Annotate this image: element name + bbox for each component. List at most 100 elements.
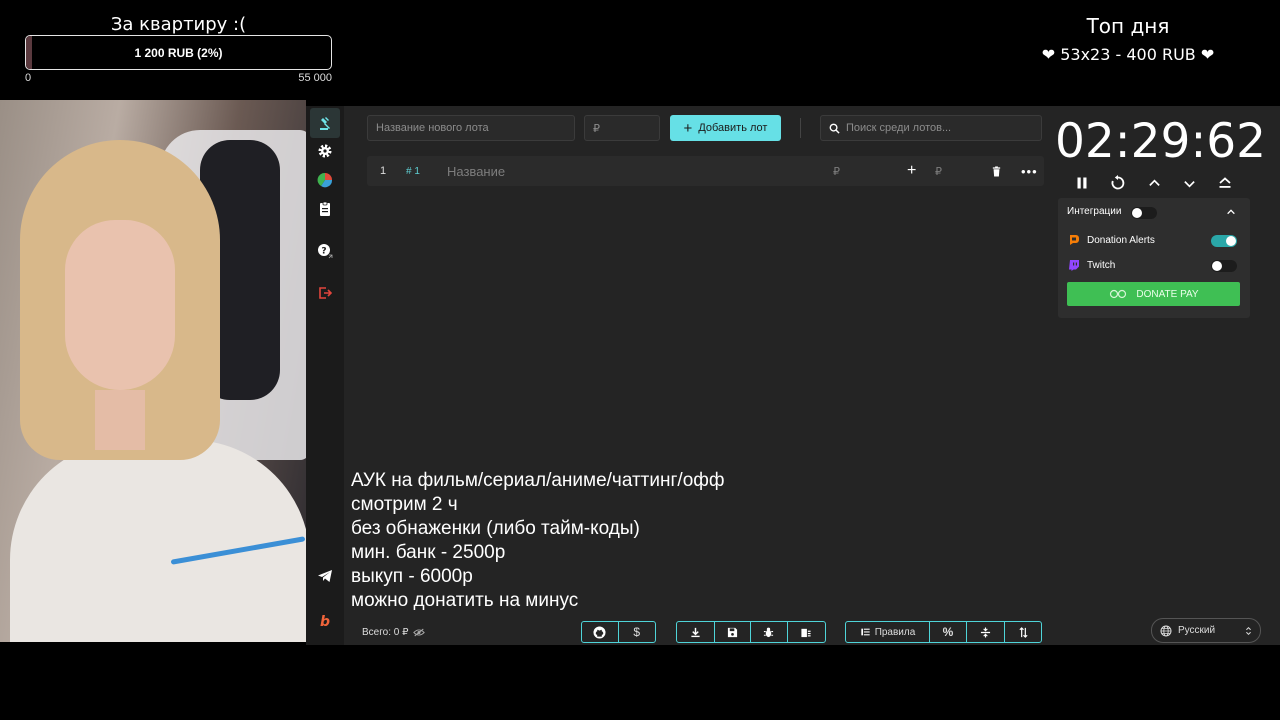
list-icon xyxy=(861,628,870,636)
sidebar-item-help[interactable]: ? xyxy=(310,236,340,266)
toolbar-divider xyxy=(800,118,801,138)
rules-button-label: Правила xyxy=(874,626,916,638)
goal-max-label: 55 000 xyxy=(298,72,332,84)
total-display: Всего: 0 ₽ xyxy=(362,627,426,638)
twitch-label: Twitch xyxy=(1087,260,1116,271)
percent-button[interactable]: % xyxy=(930,622,967,642)
file-button-group xyxy=(676,621,826,643)
dollar-icon: $ xyxy=(633,625,641,639)
rules-button-group: Правила % xyxy=(845,621,1042,643)
download-icon xyxy=(691,627,700,637)
goal-min-label: 0 xyxy=(25,72,32,84)
lot-row: 1 # 1 Название ₽ + ₽ ••• xyxy=(367,156,1044,186)
search-input[interactable]: Поиск среди лотов... xyxy=(820,115,1042,141)
clipboard-icon xyxy=(320,201,330,216)
language-label: Русский xyxy=(1178,625,1216,636)
gavel-icon xyxy=(320,117,330,130)
percent-icon: % xyxy=(942,625,954,639)
globe-icon xyxy=(1160,625,1172,636)
lot-amount-field[interactable]: ₽ xyxy=(833,156,840,186)
sidebar-item-settings[interactable] xyxy=(310,136,340,166)
twitch-icon xyxy=(1069,260,1079,271)
file-stack-icon xyxy=(801,628,811,637)
plus-icon: + xyxy=(683,119,693,137)
pause-button[interactable] xyxy=(1070,171,1094,195)
sidebar-item-auction[interactable] xyxy=(310,108,340,138)
bug-report-button[interactable] xyxy=(751,622,788,642)
chevron-up-bar-icon xyxy=(1219,177,1231,188)
save-button[interactable] xyxy=(715,622,752,642)
lot-index: 1 xyxy=(380,165,387,177)
download-button[interactable] xyxy=(677,622,715,642)
sort-button[interactable] xyxy=(1005,622,1041,642)
sidebar-item-telegram[interactable] xyxy=(310,561,340,591)
pause-icon xyxy=(1077,177,1087,189)
links-button-group: $ xyxy=(581,621,656,643)
plus-icon[interactable]: + xyxy=(907,156,916,186)
heart-icon: ❤ xyxy=(1041,45,1056,64)
import-button[interactable] xyxy=(788,622,825,642)
donation-alerts-toggle[interactable] xyxy=(1211,235,1237,247)
donation-alerts-label: Donation Alerts xyxy=(1087,235,1155,246)
new-lot-input[interactable]: Название нового лота xyxy=(367,115,575,141)
split-button[interactable] xyxy=(967,622,1005,642)
integrations-title: Интеграции xyxy=(1067,206,1122,217)
reset-timer-button[interactable] xyxy=(1106,171,1130,195)
lot-name-input[interactable]: Название xyxy=(447,156,747,186)
eye-off-icon[interactable] xyxy=(413,628,426,637)
language-select[interactable]: Русский xyxy=(1151,618,1261,643)
sidebar-item-logout[interactable] xyxy=(310,278,340,308)
github-button[interactable] xyxy=(582,622,619,642)
collapse-integrations-button[interactable] xyxy=(1226,204,1236,222)
subtract-time-button[interactable] xyxy=(1177,171,1201,195)
twitch-toggle[interactable] xyxy=(1211,260,1237,272)
sidebar-item-statistics[interactable] xyxy=(310,165,340,195)
chevron-down-icon xyxy=(1183,180,1195,187)
search-placeholder: Поиск среди лотов... xyxy=(846,122,952,134)
save-icon xyxy=(727,627,737,637)
rules-button[interactable]: Правила xyxy=(846,622,930,642)
reset-icon xyxy=(1111,175,1125,190)
bug-icon xyxy=(764,627,774,637)
rules-line: АУК на фильм/сериал/аниме/чаттинг/офф xyxy=(351,470,725,491)
github-icon xyxy=(593,625,606,639)
timer-display: 02:29:62 xyxy=(1055,114,1267,169)
heart-icon: ❤ xyxy=(1200,45,1215,64)
total-label: Всего: 0 ₽ xyxy=(362,627,409,638)
webcam-feed xyxy=(0,100,306,642)
rules-line: без обнаженки (либо тайм-коды) xyxy=(351,518,640,539)
compress-icon xyxy=(980,626,991,638)
logout-icon xyxy=(319,287,333,299)
sidebar: ? b xyxy=(306,106,344,645)
rules-line: мин. банк - 2500р xyxy=(351,542,506,563)
sidebar-item-history[interactable] xyxy=(310,194,340,224)
trash-icon xyxy=(992,165,1001,177)
delete-lot-button[interactable] xyxy=(991,156,1002,186)
add-time-button[interactable] xyxy=(1142,171,1166,195)
rules-line: выкуп - 6000р xyxy=(351,566,473,587)
rules-line: смотрим 2 ч xyxy=(351,494,458,515)
chevron-up-down-icon xyxy=(1246,626,1251,635)
lot-amount-input[interactable]: ₽ xyxy=(584,115,660,141)
lot-amount-placeholder: ₽ xyxy=(593,122,600,135)
integrations-master-toggle[interactable] xyxy=(1131,207,1157,219)
donate-pay-button[interactable]: DONATE PAY xyxy=(1067,282,1240,306)
double-add-time-button[interactable] xyxy=(1213,171,1237,195)
integrations-panel: Интеграции Donation Alerts Twitch DONATE… xyxy=(1058,198,1250,318)
donate-button[interactable]: $ xyxy=(619,622,656,642)
donation-alerts-icon xyxy=(1070,235,1079,245)
chevron-up-icon xyxy=(1227,209,1235,215)
goal-progress-bar: 1 200 RUB (2%) xyxy=(25,35,332,70)
add-lot-button[interactable]: + Добавить лот xyxy=(670,115,781,141)
more-icon[interactable]: ••• xyxy=(1021,156,1038,186)
donate-pay-label: DONATE PAY xyxy=(1136,288,1199,300)
sidebar-item-brand[interactable]: b xyxy=(310,606,340,636)
goal-progress-text: 1 200 RUB (2%) xyxy=(134,45,223,60)
lot-add-amount-field[interactable]: ₽ xyxy=(935,156,942,186)
rules-line: можно донатить на минус xyxy=(351,590,579,611)
auction-app: ? b Название нового лота ₽ + Добавить ло… xyxy=(306,106,1280,645)
svg-text:b: b xyxy=(320,614,330,629)
top-day-text: 53x23 - 400 RUB xyxy=(1060,45,1196,64)
gear-icon xyxy=(318,144,332,158)
top-day-title: Топ дня xyxy=(1086,14,1170,38)
